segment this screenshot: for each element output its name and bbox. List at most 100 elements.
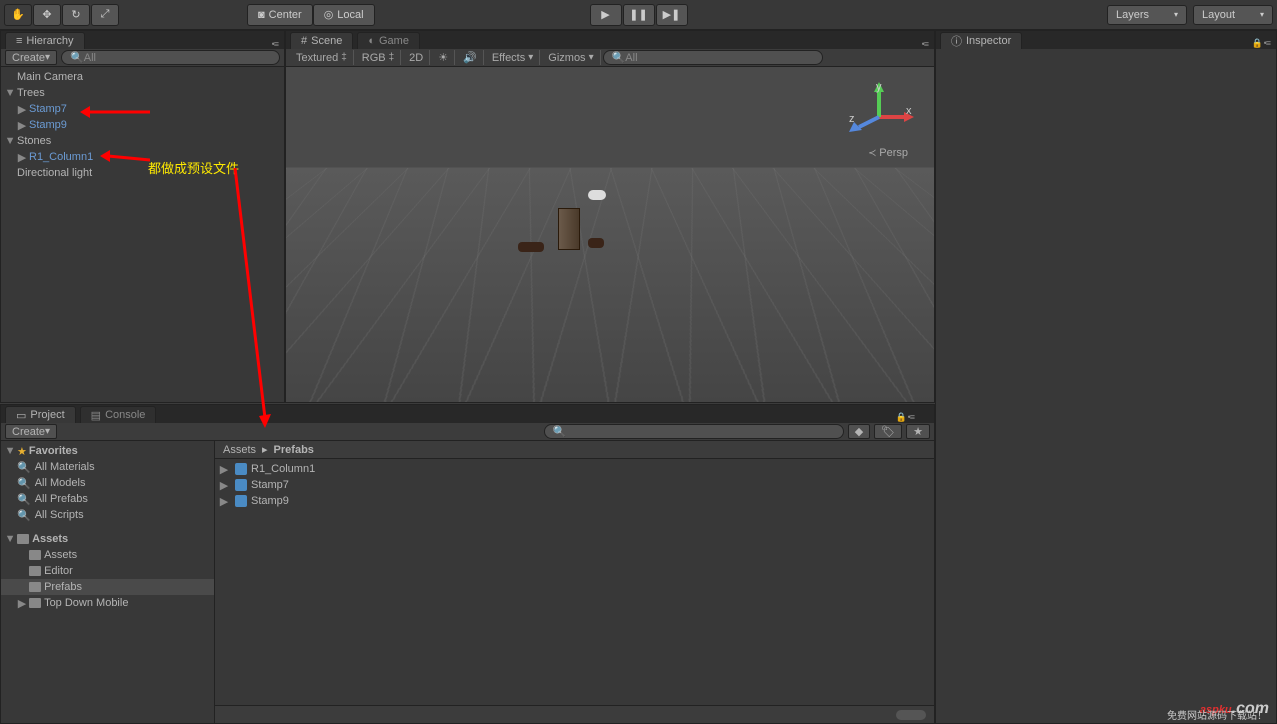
folder-item[interactable]: Editor — [1, 563, 214, 579]
scene-viewport[interactable]: x y z ≺ Persp — [286, 67, 934, 402]
foldout-icon[interactable]: ▶ — [219, 496, 229, 506]
scene-orientation-gizmo[interactable]: x y z — [844, 77, 914, 157]
favorite-item[interactable]: 🔍All Materials — [1, 459, 214, 475]
move-tool-button[interactable]: ✥ — [33, 4, 61, 26]
hierarchy-item[interactable]: ▼Stones — [1, 133, 284, 149]
pivot-local-button[interactable]: ◎Local — [313, 4, 375, 26]
tab-game[interactable]: ◐Game — [357, 32, 420, 49]
breadcrumb-assets[interactable]: Assets — [223, 444, 256, 456]
pivot-center-label: Center — [269, 9, 302, 21]
inspector-lock-icon[interactable]: 🔒 •≡ — [1252, 38, 1270, 49]
step-button[interactable]: ▶❚ — [656, 4, 688, 26]
hierarchy-title: Hierarchy — [26, 35, 73, 47]
project-save-filter-button[interactable]: ★ — [906, 424, 930, 439]
assets-header[interactable]: ▼ Assets — [1, 531, 214, 547]
prefab-item[interactable]: ▶Stamp9 — [215, 493, 934, 509]
layers-dropdown[interactable]: Layers — [1107, 5, 1187, 25]
scene-icon: # — [301, 35, 307, 47]
hierarchy-menu-icon[interactable]: •≡ — [272, 39, 278, 49]
folder-item[interactable]: Prefabs — [1, 579, 214, 595]
scale-tool-button[interactable]: ⤢ — [91, 4, 119, 26]
game-icon: ◐ — [368, 35, 375, 47]
pause-button[interactable]: ❚❚ — [623, 4, 655, 26]
foldout-icon[interactable]: ▶ — [17, 152, 27, 162]
favorites-header[interactable]: ▼★Favorites — [1, 443, 214, 459]
rotate-tool-button[interactable]: ↻ — [62, 4, 90, 26]
favorite-item[interactable]: 🔍 All Prefabs — [1, 491, 214, 507]
foldout-icon[interactable]: ▼ — [5, 88, 15, 98]
hierarchy-create-button[interactable]: Create ▾ — [5, 50, 57, 65]
local-icon: ◎ — [324, 8, 334, 21]
project-search-input[interactable]: 🔍 — [544, 424, 844, 439]
hierarchy-item[interactable]: ▼Trees — [1, 85, 284, 101]
foldout-icon[interactable]: ▼ — [5, 136, 15, 146]
prefab-item[interactable]: ▶R1_Column1 — [215, 461, 934, 477]
favorite-item[interactable]: 🔍 All Models — [1, 475, 214, 491]
folder-label: Top Down Mobile — [44, 597, 128, 609]
layout-dropdown[interactable]: Layout — [1193, 5, 1273, 25]
hierarchy-item-label: Stamp9 — [29, 119, 67, 131]
foldout-icon[interactable]: ▶ — [17, 120, 27, 130]
scene-grid — [286, 168, 934, 403]
search-filter-icon: 🔍 — [17, 477, 31, 490]
foldout-icon[interactable]: ▶ — [17, 104, 27, 114]
tab-project[interactable]: ▭Project — [5, 406, 76, 423]
scene-light-toggle[interactable]: ☀ — [432, 50, 455, 65]
hand-tool-button[interactable]: ✋ — [4, 4, 32, 26]
hierarchy-item[interactable]: ▶Stamp7 — [1, 101, 284, 117]
folder-item[interactable]: ▶ Top Down Mobile — [1, 595, 214, 611]
project-create-button[interactable]: Create ▾ — [5, 424, 57, 439]
folder-label: Assets — [44, 549, 77, 561]
search-filter-icon: 🔍 — [17, 493, 31, 506]
pivot-center-button[interactable]: ◙Center — [247, 4, 313, 26]
tab-console[interactable]: ▤Console — [80, 406, 157, 423]
foldout-icon[interactable] — [17, 566, 27, 576]
tab-inspector[interactable]: ⓘInspector — [940, 32, 1022, 49]
layout-label: Layout — [1202, 9, 1235, 21]
project-filter-label-button[interactable]: 🏷 — [874, 424, 902, 439]
favorite-item[interactable]: 🔍All Scripts — [1, 507, 214, 523]
project-zoom-slider[interactable] — [896, 710, 926, 720]
inspector-title: Inspector — [966, 35, 1011, 47]
folder-icon — [29, 550, 41, 560]
foldout-icon[interactable] — [17, 550, 27, 560]
scene-render-dropdown[interactable]: RGB ‡ — [356, 50, 401, 65]
scene-search-input[interactable]: 🔍All — [603, 50, 823, 65]
foldout-icon[interactable]: ▶ — [219, 464, 229, 474]
hierarchy-search-placeholder: All — [84, 52, 96, 64]
hierarchy-search-input[interactable]: 🔍All — [61, 50, 280, 65]
foldout-icon[interactable]: ▶ — [17, 598, 27, 608]
scene-shading-dropdown[interactable]: Textured ‡ — [290, 50, 354, 65]
hierarchy-item[interactable]: ▶R1_Column1 — [1, 149, 284, 165]
scene-gizmos-dropdown[interactable]: Gizmos ▾ — [542, 50, 600, 65]
console-icon: ▤ — [91, 409, 101, 422]
foldout-icon[interactable] — [5, 72, 15, 82]
prefab-item[interactable]: ▶Stamp7 — [215, 477, 934, 493]
scene-persp-label[interactable]: ≺ Persp — [868, 147, 908, 159]
light-icon: ☀ — [438, 51, 448, 64]
search-filter-icon: 🔍 — [17, 461, 31, 474]
tab-scene[interactable]: #Scene — [290, 32, 353, 49]
prefab-icon — [235, 479, 247, 491]
folder-item[interactable]: Assets — [1, 547, 214, 563]
play-button[interactable]: ▶ — [590, 4, 622, 26]
foldout-icon[interactable] — [17, 582, 27, 592]
scene-effects-dropdown[interactable]: Effects ▾ — [486, 50, 540, 65]
favorite-label: All Prefabs — [35, 493, 88, 505]
scene-2d-toggle[interactable]: 2D — [403, 50, 430, 65]
folder-icon — [17, 534, 29, 544]
scene-menu-icon[interactable]: •≡ — [922, 39, 928, 49]
project-lock-icon[interactable]: 🔒 •≡ — [896, 412, 914, 423]
hierarchy-item[interactable]: ▶Stamp9 — [1, 117, 284, 133]
foldout-icon[interactable]: ▶ — [219, 480, 229, 490]
hierarchy-item[interactable]: Main Camera — [1, 69, 284, 85]
favorite-label: All Models — [35, 477, 86, 489]
scene-shading-label: Textured — [296, 52, 338, 64]
breadcrumb-prefabs[interactable]: Prefabs — [274, 444, 314, 456]
foldout-icon[interactable] — [5, 168, 15, 178]
favorite-label: All Scripts — [35, 509, 84, 521]
tab-hierarchy[interactable]: ≡Hierarchy — [5, 32, 85, 49]
project-filter-type-button[interactable]: ◆ — [848, 424, 870, 439]
scene-audio-toggle[interactable]: 🔊 — [457, 50, 484, 65]
assets-label: Assets — [32, 533, 68, 545]
